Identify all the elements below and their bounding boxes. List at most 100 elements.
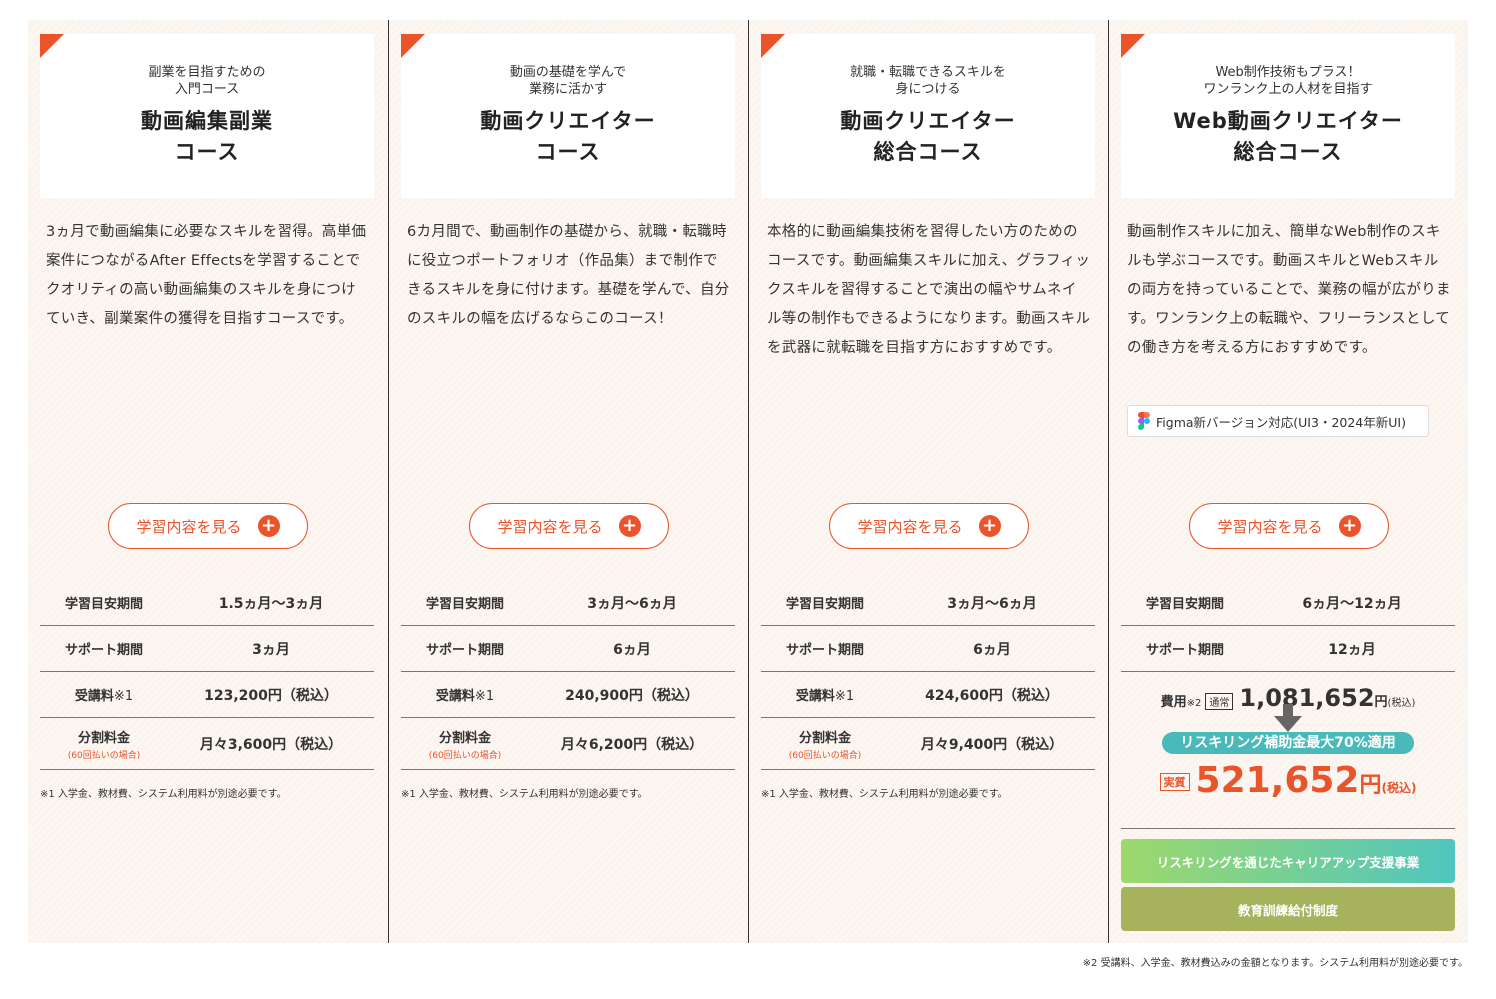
course-description: 動画制作スキルに加え、簡単なWeb制作のスキルも学ぶコースです。動画スキルとWe… bbox=[1127, 224, 1451, 356]
support-label: サポート期間 bbox=[64, 643, 143, 658]
course-card-1: 副業を目指すための 入門コース 動画編集副業 コース 3ヵ月で動画編集に必要なス… bbox=[28, 20, 388, 943]
normal-price-value: 1,081,652 bbox=[1239, 684, 1375, 712]
course-title: 動画編集副業 コース bbox=[141, 109, 273, 164]
normal-price-yen: 円 bbox=[1374, 695, 1388, 710]
view-curriculum-button[interactable]: 学習内容を見る + bbox=[469, 503, 669, 549]
plus-icon: + bbox=[1338, 515, 1361, 537]
support-value: 3ヵ月 bbox=[252, 641, 290, 658]
table-row: 学習目安期間 1.5ヵ月〜3ヵ月 bbox=[40, 580, 374, 626]
period-label: 学習目安期間 bbox=[425, 597, 504, 612]
installment-label-text: 分割料金 bbox=[438, 730, 491, 746]
course-header: 就職・転職できるスキルを 身につける 動画クリエイター 総合コース bbox=[761, 34, 1095, 198]
fee-mark: ※1 bbox=[113, 689, 134, 704]
button-label: 学習内容を見る bbox=[497, 517, 603, 536]
installment-label: 分割料金 (60回払いの場合) bbox=[401, 727, 529, 761]
fee-value: 240,900円（税込） bbox=[565, 687, 699, 704]
period-label: 学習目安期間 bbox=[64, 597, 143, 612]
fee-label-text: 受講料 bbox=[435, 689, 475, 704]
price-mark: ※2 bbox=[1186, 698, 1202, 709]
course-comparison: 副業を目指すための 入門コース 動画編集副業 コース 3ヵ月で動画編集に必要なス… bbox=[28, 20, 1468, 943]
corner-triangle-icon bbox=[401, 34, 425, 58]
course-description: 6カ月間で、動画制作の基礎から、就職・転職時に役立つポートフォリオ（作品集）まで… bbox=[407, 224, 730, 327]
period-value: 3ヵ月〜6ヵ月 bbox=[587, 595, 677, 612]
fee-note: ※1 入学金、教材費、システム利用料が別途必要です。 bbox=[401, 789, 648, 800]
fee-mark: ※1 bbox=[834, 689, 855, 704]
course-card-4: Web制作技術もプラス！ ワンランク上の人材を目指す Web動画クリエイター 総… bbox=[1108, 20, 1468, 943]
support-value: 12ヵ月 bbox=[1328, 641, 1376, 658]
table-row: 分割料金 (60回払いの場合) 月々6,200円（税込） bbox=[401, 718, 735, 770]
installment-value: 月々3,600円（税込） bbox=[199, 736, 343, 753]
corner-triangle-icon bbox=[761, 34, 785, 58]
fee-note: ※1 入学金、教材費、システム利用料が別途必要です。 bbox=[761, 789, 1008, 800]
installment-label-text: 分割料金 bbox=[77, 730, 130, 746]
figma-icon bbox=[1138, 412, 1150, 430]
course-description: 3ヵ月で動画編集に必要なスキルを習得。高単価案件につながるAfter Effec… bbox=[46, 224, 367, 327]
price-label: 費用 bbox=[1160, 695, 1187, 710]
course-info-table: 学習目安期間 3ヵ月〜6ヵ月 サポート期間 6ヵ月 受講料※1 424,600円… bbox=[761, 580, 1095, 770]
period-value: 1.5ヵ月〜3ヵ月 bbox=[218, 595, 324, 612]
installment-label: 分割料金 (60回払いの場合) bbox=[40, 727, 168, 761]
course-header: 副業を目指すための 入門コース 動画編集副業 コース bbox=[40, 34, 374, 198]
support-value: 6ヵ月 bbox=[973, 641, 1011, 658]
actual-badge: 実質 bbox=[1159, 773, 1190, 791]
fee-note: ※1 入学金、教材費、システム利用料が別途必要です。 bbox=[40, 789, 287, 800]
installment-note: (60回払いの場合) bbox=[788, 750, 862, 761]
course-card-2: 動画の基礎を学んで 業務に活かす 動画クリエイター コース 6カ月間で、動画制作… bbox=[388, 20, 748, 943]
installment-label: 分割料金 (60回払いの場合) bbox=[761, 727, 889, 761]
table-row: サポート期間 3ヵ月 bbox=[40, 626, 374, 672]
table-row: 受講料※1 123,200円（税込） bbox=[40, 672, 374, 718]
reskilling-program-button[interactable]: リスキリングを通じたキャリアアップ支援事業 bbox=[1121, 839, 1455, 883]
course-info-table: 学習目安期間 3ヵ月〜6ヵ月 サポート期間 6ヵ月 受講料※1 240,900円… bbox=[401, 580, 735, 770]
table-row: 受講料※1 240,900円（税込） bbox=[401, 672, 735, 718]
table-row: 受講料※1 424,600円（税込） bbox=[761, 672, 1095, 718]
table-row: 学習目安期間 3ヵ月〜6ヵ月 bbox=[401, 580, 735, 626]
plus-icon: + bbox=[257, 515, 280, 537]
support-label: サポート期間 bbox=[1145, 643, 1224, 658]
period-value: 3ヵ月〜6ヵ月 bbox=[947, 595, 1037, 612]
corner-triangle-icon bbox=[40, 34, 64, 58]
view-curriculum-button[interactable]: 学習内容を見る + bbox=[1189, 503, 1389, 549]
support-value: 6ヵ月 bbox=[613, 641, 651, 658]
view-curriculum-button[interactable]: 学習内容を見る + bbox=[108, 503, 308, 549]
course-subtitle: 就職・転職できるスキルを 身につける bbox=[850, 65, 1006, 97]
actual-price-tax: (税込) bbox=[1381, 781, 1417, 795]
figma-version-tag: Figma新バージョン対応(UI3・2024年新UI) bbox=[1127, 405, 1429, 437]
table-row: サポート期間 12ヵ月 bbox=[1121, 626, 1455, 672]
table-row: 学習目安期間 6ヵ月〜12ヵ月 bbox=[1121, 580, 1455, 626]
training-benefit-button[interactable]: 教育訓練給付制度 bbox=[1121, 887, 1455, 931]
view-curriculum-button[interactable]: 学習内容を見る + bbox=[829, 503, 1029, 549]
fee-value: 424,600円（税込） bbox=[925, 687, 1059, 704]
price-block: 費用 ※2 通常 1,081,652 円 (税込) リスキリング補助金最大70%… bbox=[1121, 670, 1455, 801]
installment-value: 月々9,400円（税込） bbox=[920, 736, 1064, 753]
period-label: 学習目安期間 bbox=[785, 597, 864, 612]
course-subtitle: Web制作技術もプラス！ ワンランク上の人材を目指す bbox=[1203, 65, 1373, 97]
support-label: サポート期間 bbox=[425, 643, 504, 658]
course-header: 動画の基礎を学んで 業務に活かす 動画クリエイター コース bbox=[401, 34, 735, 198]
normal-badge: 通常 bbox=[1205, 693, 1234, 710]
button-label: 学習内容を見る bbox=[1217, 517, 1323, 536]
normal-price-tax: (税込) bbox=[1387, 698, 1416, 709]
table-row: 分割料金 (60回払いの場合) 月々3,600円（税込） bbox=[40, 718, 374, 770]
fee-label: 受講料※1 bbox=[401, 685, 529, 704]
fee-label-text: 受講料 bbox=[795, 689, 835, 704]
course-subtitle: 副業を目指すための 入門コース bbox=[148, 65, 266, 97]
course-card-3: 就職・転職できるスキルを 身につける 動画クリエイター 総合コース 本格的に動画… bbox=[748, 20, 1108, 943]
course-info-table: 学習目安期間 1.5ヵ月〜3ヵ月 サポート期間 3ヵ月 受講料※1 123,20… bbox=[40, 580, 374, 770]
table-row: 学習目安期間 3ヵ月〜6ヵ月 bbox=[761, 580, 1095, 626]
button-label: 学習内容を見る bbox=[857, 517, 963, 536]
installment-note: (60回払いの場合) bbox=[67, 750, 141, 761]
button-label: 学習内容を見る bbox=[136, 517, 242, 536]
course-title: Web動画クリエイター 総合コース bbox=[1173, 109, 1403, 164]
fee-value: 123,200円（税込） bbox=[204, 687, 338, 704]
course-title: 動画クリエイター 総合コース bbox=[840, 109, 1016, 164]
course-description: 本格的に動画編集技術を習得したい方のためのコースです。動画編集スキルに加え、グラ… bbox=[767, 224, 1091, 356]
footnote: ※2 受講料、入学金、教材費込みの金額となります。システム利用料が別途必要です。 bbox=[1082, 958, 1468, 969]
divider bbox=[1121, 828, 1455, 829]
period-value: 6ヵ月〜12ヵ月 bbox=[1302, 595, 1402, 612]
arrow-down-icon bbox=[1274, 704, 1302, 732]
installment-value: 月々6,200円（税込） bbox=[560, 736, 704, 753]
course-subtitle: 動画の基礎を学んで 業務に活かす bbox=[509, 65, 627, 97]
plus-icon: + bbox=[618, 515, 641, 537]
reskilling-subsidy-badge: リスキリング補助金最大70%適用 bbox=[1162, 732, 1414, 754]
fee-label: 受講料※1 bbox=[761, 685, 889, 704]
